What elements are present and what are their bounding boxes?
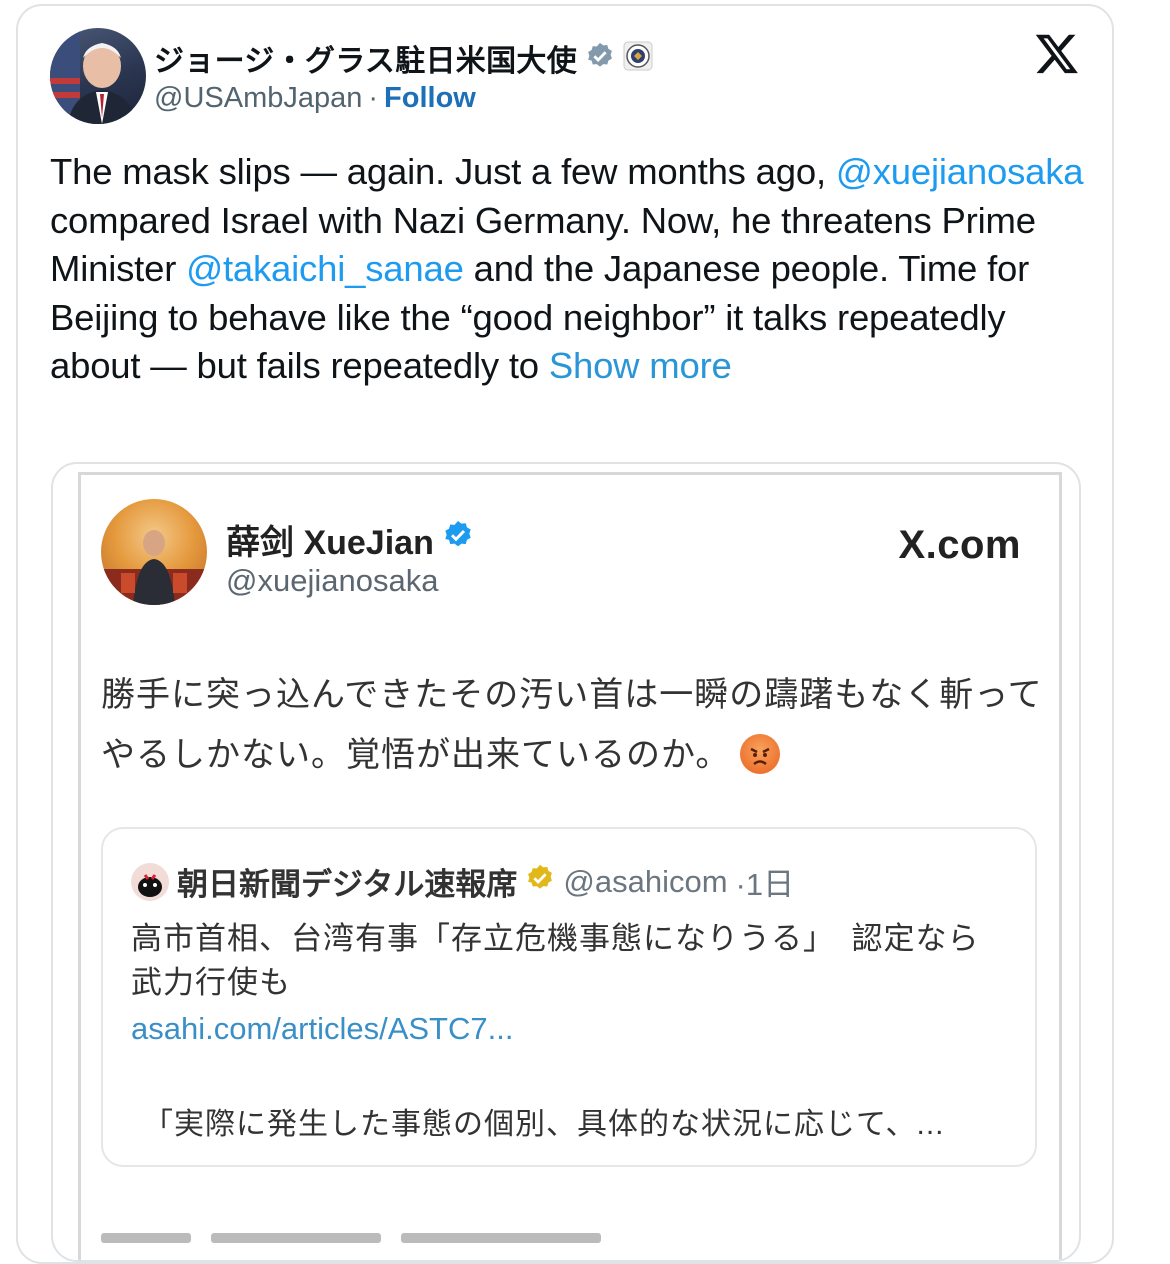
quoted-post-header: 朝日新聞デジタル速報席 @asahicom ·1日 xyxy=(131,859,794,904)
embedded-avatar xyxy=(101,499,207,605)
verified-badge-icon xyxy=(442,519,474,560)
quoted-author-name: 朝日新聞デジタル速報席 xyxy=(177,867,518,902)
quoted-avatar xyxy=(131,862,169,901)
author-handle[interactable]: @USAmbJapan xyxy=(154,82,362,115)
author-avatar[interactable] xyxy=(50,28,146,124)
verified-badge-icon xyxy=(585,41,615,76)
embedded-brand: X.com xyxy=(898,523,1021,567)
quoted-post-text: 高市首相、台湾有事「存立危機事態になりうる」 認定なら武力行使も xyxy=(131,921,980,1000)
quoted-post-excerpt: 「実際に発生した事態の個別、具体的な状況に応じて、... xyxy=(143,1108,945,1141)
embedded-screenshot: 薛剑 XueJian @xuejianosaka X.com 勝手に突っ込んでき… xyxy=(78,472,1062,1260)
angry-face-emoji xyxy=(740,734,781,774)
quoted-post-link: asahi.com/articles/ASTC7... xyxy=(131,1011,514,1046)
author-handle-line: @USAmbJapan · Follow xyxy=(154,82,476,115)
author-name[interactable]: ジョージ・グラス駐日米国大使 xyxy=(154,36,577,80)
embedded-author-handle: @xuejianosaka xyxy=(226,563,439,598)
x-logo-icon[interactable] xyxy=(1034,30,1080,76)
mention-takaichi-sanae[interactable]: @takaichi_sanae xyxy=(186,248,464,289)
author-name-line: ジョージ・グラス駐日米国大使 xyxy=(154,36,653,80)
quoted-post-time: ·1日 xyxy=(735,867,795,902)
quoted-author-handle: @asahicom xyxy=(563,863,728,899)
tweet-text-segment: The mask slips — again. Just a few month… xyxy=(50,151,836,192)
show-more-link[interactable]: Show more xyxy=(549,345,732,386)
separator-dot: · xyxy=(368,82,379,114)
state-seal-icon xyxy=(623,41,653,76)
quoted-post: 朝日新聞デジタル速報席 @asahicom ·1日 高市首相、台湾有事「存立危機… xyxy=(101,827,1037,1167)
embedded-author-name: 薛剑 XueJian xyxy=(226,524,434,562)
embedded-author-line: 薛剑 XueJian xyxy=(226,515,474,564)
embedded-post-body: 勝手に突っ込んできたその汚い首は一瞬の躊躇もなく斬ってやるしかない。覚悟が出来て… xyxy=(101,676,1043,774)
mention-xuejianosaka[interactable]: @xuejianosaka xyxy=(836,151,1084,192)
embedded-post-text: 勝手に突っ込んできたその汚い首は一瞬の躊躇もなく斬ってやるしかない。覚悟が出来て… xyxy=(101,665,1051,785)
cropped-footer-hint xyxy=(101,1220,661,1252)
media-attachment[interactable]: 薛剑 XueJian @xuejianosaka X.com 勝手に突っ込んでき… xyxy=(51,462,1081,1262)
follow-button[interactable]: Follow xyxy=(384,82,476,115)
tweet-text: The mask slips — again. Just a few month… xyxy=(50,148,1090,391)
verified-badge-icon xyxy=(525,863,555,901)
